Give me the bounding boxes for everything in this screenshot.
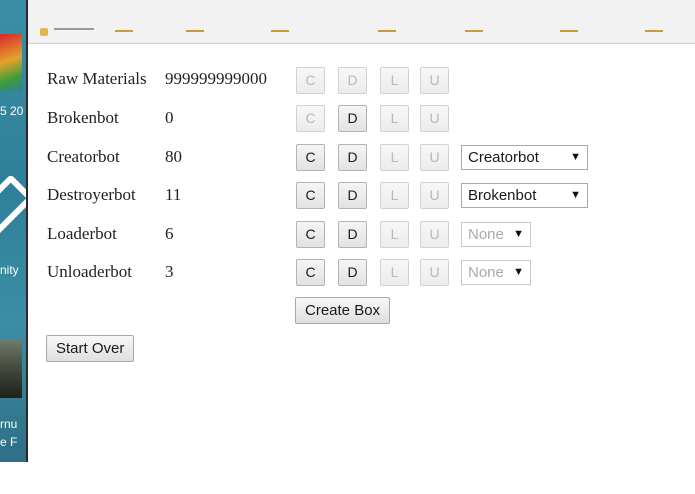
load-button[interactable]: L [380,182,409,209]
strip-text-fragment: nity [0,263,19,277]
create-box-button[interactable]: Create Box [295,297,391,324]
load-button[interactable]: L [380,105,409,132]
desktop-thumbnail [0,340,22,398]
bot-count: 0 [165,108,174,127]
unity-logo-icon [0,174,26,238]
select-value: Creatorbot [468,149,539,166]
destroy-button[interactable]: D [338,144,367,171]
unload-button[interactable]: U [420,221,449,248]
bookmark-item[interactable] [54,28,94,30]
load-button[interactable]: L [380,221,409,248]
bot-name: Loaderbot [47,224,117,243]
unload-button[interactable]: U [420,144,449,171]
create-button[interactable]: C [296,259,325,286]
create-button[interactable]: C [296,182,325,209]
select-value: None [468,264,504,281]
create-button[interactable]: C [296,67,325,94]
bookmark-folder-icon[interactable] [465,30,483,34]
destroy-button[interactable]: D [338,259,367,286]
bot-count: 999999999000 [165,69,267,88]
destroy-button[interactable]: D [338,67,367,94]
start-over-button[interactable]: Start Over [46,335,135,362]
strip-text-fragment: e F [0,435,18,449]
bot-count: 6 [165,224,174,243]
chevron-down-icon: ▼ [570,189,581,201]
load-button[interactable]: L [380,67,409,94]
bookmark-folder-icon[interactable] [115,30,133,34]
create-button[interactable]: C [296,221,325,248]
bot-name: Unloaderbot [47,262,132,281]
apps-icon[interactable] [40,28,48,36]
bot-count: 11 [165,185,182,204]
strip-text-fragment: 5 20 [0,104,24,118]
target-select[interactable]: None ▼ [461,260,531,285]
bot-name: Raw Materials [47,69,147,88]
bot-count: 80 [165,147,182,166]
bot-name: Brokenbot [47,108,119,127]
unload-button[interactable]: U [420,182,449,209]
load-button[interactable]: L [380,259,409,286]
strip-text-fragment: rnu [0,417,18,431]
bookmark-folder-icon[interactable] [560,30,578,34]
unload-button[interactable]: U [420,105,449,132]
bookmark-folder-icon[interactable] [645,30,663,34]
target-select[interactable]: None ▼ [461,222,531,247]
desktop-thumbnail [0,34,22,92]
select-value: Brokenbot [468,187,537,204]
background-window-strip: 5 20 nity rnu e F [0,0,26,462]
destroy-button[interactable]: D [338,221,367,248]
bookmarks-bar [28,0,695,44]
bot-name: Destroyerbot [47,185,136,204]
chevron-down-icon: ▼ [570,151,581,163]
unload-button[interactable]: U [420,67,449,94]
create-button[interactable]: C [296,105,325,132]
destroy-button[interactable]: D [338,105,367,132]
unload-button[interactable]: U [420,259,449,286]
select-value: None [468,226,504,243]
chevron-down-icon: ▼ [513,266,524,278]
load-button[interactable]: L [380,144,409,171]
destroy-button[interactable]: D [338,182,367,209]
target-select[interactable]: Brokenbot ▼ [461,183,588,208]
bot-count: 3 [165,262,174,281]
window-border [26,0,28,462]
create-button[interactable]: C [296,144,325,171]
chevron-down-icon: ▼ [513,228,524,240]
target-select[interactable]: Creatorbot ▼ [461,145,588,170]
bookmark-folder-icon[interactable] [186,30,204,34]
bookmark-folder-icon[interactable] [271,30,289,34]
bot-name: Creatorbot [47,147,120,166]
bookmark-folder-icon[interactable] [378,30,396,34]
page-bottom [0,462,695,494]
